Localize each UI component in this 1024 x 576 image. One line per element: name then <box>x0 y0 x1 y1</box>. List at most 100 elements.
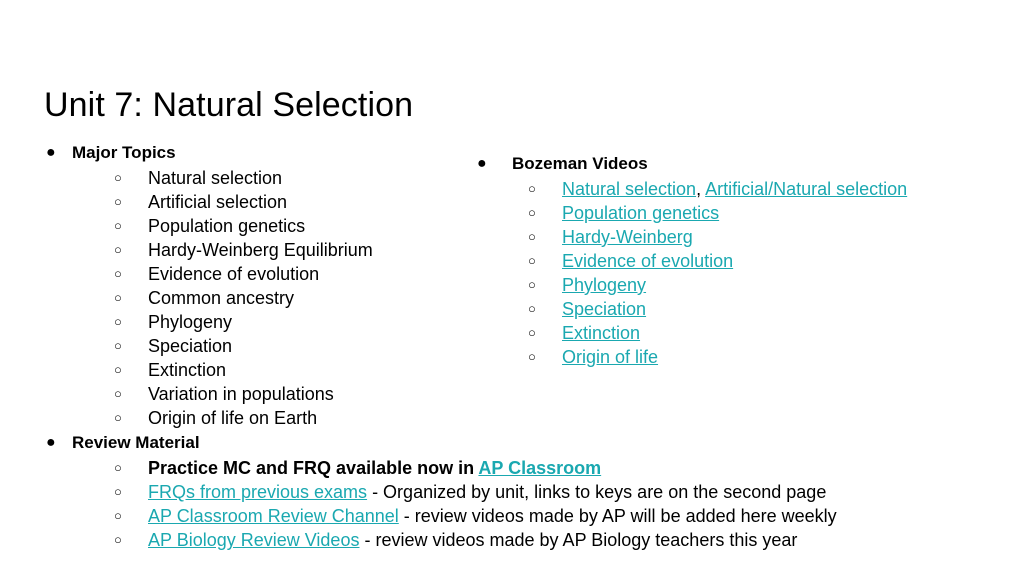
list-item: ○ Phylogeny <box>40 310 470 334</box>
list-item: ○ Phylogeny <box>470 273 1010 297</box>
link-ap-biology-review-videos[interactable]: AP Biology Review Videos <box>148 530 359 550</box>
hollow-bullet-icon: ○ <box>114 314 122 329</box>
review-item-review-videos: AP Biology Review Videos - review videos… <box>148 528 797 552</box>
hollow-bullet-icon: ○ <box>528 325 536 340</box>
hollow-bullet-icon: ○ <box>528 253 536 268</box>
hollow-bullet-icon: ○ <box>114 218 122 233</box>
filled-bullet-icon: ● <box>46 434 56 451</box>
topic-label: Evidence of evolution <box>148 264 320 284</box>
review-item-suffix: - Organized by unit, links to keys are o… <box>367 482 827 502</box>
list-item: ○ FRQs from previous exams - Organized b… <box>40 480 826 504</box>
list-item: ○ Natural selection, Artificial/Natural … <box>470 177 1010 201</box>
bullet-bozeman-videos: ● Bozeman Videos <box>470 151 1010 177</box>
list-item: ○ Hardy-Weinberg Equilibrium <box>40 238 470 262</box>
link-natural-selection[interactable]: Natural selection <box>562 179 696 199</box>
page-title: Unit 7: Natural Selection <box>44 85 414 124</box>
link-hardy-weinberg[interactable]: Hardy-Weinberg <box>562 227 693 247</box>
topic-label: Artificial selection <box>148 192 288 212</box>
list-item: ○ Origin of life on Earth <box>40 406 470 430</box>
list-item: ○ AP Biology Review Videos - review vide… <box>40 528 797 552</box>
review-item-practice-mc: Practice MC and FRQ available now in AP … <box>148 456 601 480</box>
video-links-group: Hardy-Weinberg <box>562 225 693 249</box>
list-item: ○ Artificial selection <box>40 190 470 214</box>
topic-label: Origin of life on Earth <box>148 408 318 428</box>
list-item: ○ Hardy-Weinberg <box>470 225 1010 249</box>
filled-bullet-icon: ● <box>46 144 56 161</box>
link-ap-classroom-review-channel[interactable]: AP Classroom Review Channel <box>148 506 399 526</box>
hollow-bullet-icon: ○ <box>114 386 122 401</box>
hollow-bullet-icon: ○ <box>114 532 122 547</box>
video-links-group: Speciation <box>562 297 646 321</box>
bullet-major-topics: ● Major Topics <box>40 140 470 166</box>
list-item: ○ Population genetics <box>40 214 470 238</box>
hollow-bullet-icon: ○ <box>114 170 122 185</box>
link-origin-of-life[interactable]: Origin of life <box>562 347 658 367</box>
video-links-group: Extinction <box>562 321 640 345</box>
link-speciation[interactable]: Speciation <box>562 299 646 319</box>
list-item: ○ Origin of life <box>470 345 1010 369</box>
section-heading-major-topics: Major Topics <box>72 143 176 162</box>
link-phylogeny[interactable]: Phylogeny <box>562 275 646 295</box>
topic-label: Speciation <box>148 336 233 356</box>
left-content-column: ● Major Topics ○ Natural selection ○ Art… <box>40 140 837 552</box>
topic-label: Natural selection <box>148 168 283 188</box>
right-content-column: ● Bozeman Videos ○ Natural selection, Ar… <box>470 151 1010 369</box>
hollow-bullet-icon: ○ <box>114 290 122 305</box>
list-item: ○ Speciation <box>470 297 1010 321</box>
list-item: ○ Extinction <box>40 358 470 382</box>
video-links-group: Evidence of evolution <box>562 249 733 273</box>
review-item-suffix: - review videos made by AP will be added… <box>398 506 837 526</box>
hollow-bullet-icon: ○ <box>528 349 536 364</box>
hollow-bullet-icon: ○ <box>114 242 122 257</box>
video-links-group: Population genetics <box>562 201 719 225</box>
list-item: ○ Evidence of evolution <box>40 262 470 286</box>
list-item: ○ Common ancestry <box>40 286 470 310</box>
section-heading-review-material: Review Material <box>72 433 200 452</box>
link-extinction[interactable]: Extinction <box>562 323 640 343</box>
hollow-bullet-icon: ○ <box>114 484 122 499</box>
hollow-bullet-icon: ○ <box>528 277 536 292</box>
hollow-bullet-icon: ○ <box>114 508 122 523</box>
review-item-suffix: - review videos made by AP Biology teach… <box>359 530 798 550</box>
hollow-bullet-icon: ○ <box>528 181 536 196</box>
topic-label: Variation in populations <box>148 384 334 404</box>
bullet-review-material: ● Review Material <box>40 430 470 456</box>
link-population-genetics[interactable]: Population genetics <box>562 203 719 223</box>
topic-label: Common ancestry <box>148 288 295 308</box>
hollow-bullet-icon: ○ <box>114 410 122 425</box>
hollow-bullet-icon: ○ <box>528 205 536 220</box>
list-item: ○ AP Classroom Review Channel - review v… <box>40 504 837 528</box>
link-ap-classroom[interactable]: AP Classroom <box>478 458 601 478</box>
video-links-group: Phylogeny <box>562 273 646 297</box>
hollow-bullet-icon: ○ <box>114 194 122 209</box>
list-item: ○ Population genetics <box>470 201 1010 225</box>
section-heading-bozeman-videos: Bozeman Videos <box>512 154 648 173</box>
topic-label: Population genetics <box>148 216 306 236</box>
hollow-bullet-icon: ○ <box>114 338 122 353</box>
video-links-group: Origin of life <box>562 345 658 369</box>
link-evidence-of-evolution[interactable]: Evidence of evolution <box>562 251 733 271</box>
hollow-bullet-icon: ○ <box>114 266 122 281</box>
link-frqs-previous-exams[interactable]: FRQs from previous exams <box>148 482 367 502</box>
video-links-group: Natural selection, Artificial/Natural se… <box>562 177 907 201</box>
hollow-bullet-icon: ○ <box>114 460 122 475</box>
link-separator: , <box>696 179 706 199</box>
list-item: ○ Speciation <box>40 334 470 358</box>
topic-label: Phylogeny <box>148 312 233 332</box>
topic-label: Extinction <box>148 360 227 380</box>
list-item: ○ Practice MC and FRQ available now in A… <box>40 456 601 480</box>
filled-bullet-icon: ● <box>477 155 487 172</box>
review-item-frqs: FRQs from previous exams - Organized by … <box>148 480 826 504</box>
topic-label: Hardy-Weinberg Equilibrium <box>148 240 373 260</box>
hollow-bullet-icon: ○ <box>114 362 122 377</box>
hollow-bullet-icon: ○ <box>528 229 536 244</box>
list-item: ○ Natural selection <box>40 166 470 190</box>
slide-canvas: Unit 7: Natural Selection ● Major Topics… <box>0 0 1024 576</box>
review-item-review-channel: AP Classroom Review Channel - review vid… <box>148 504 837 528</box>
list-item: ○ Evidence of evolution <box>470 249 1010 273</box>
hollow-bullet-icon: ○ <box>528 301 536 316</box>
review-item-prefix: Practice MC and FRQ available now in <box>148 458 479 478</box>
list-item: ○ Variation in populations <box>40 382 470 406</box>
link-artificial-natural-selection[interactable]: Artificial/Natural selection <box>705 179 907 199</box>
list-item: ○ Extinction <box>470 321 1010 345</box>
